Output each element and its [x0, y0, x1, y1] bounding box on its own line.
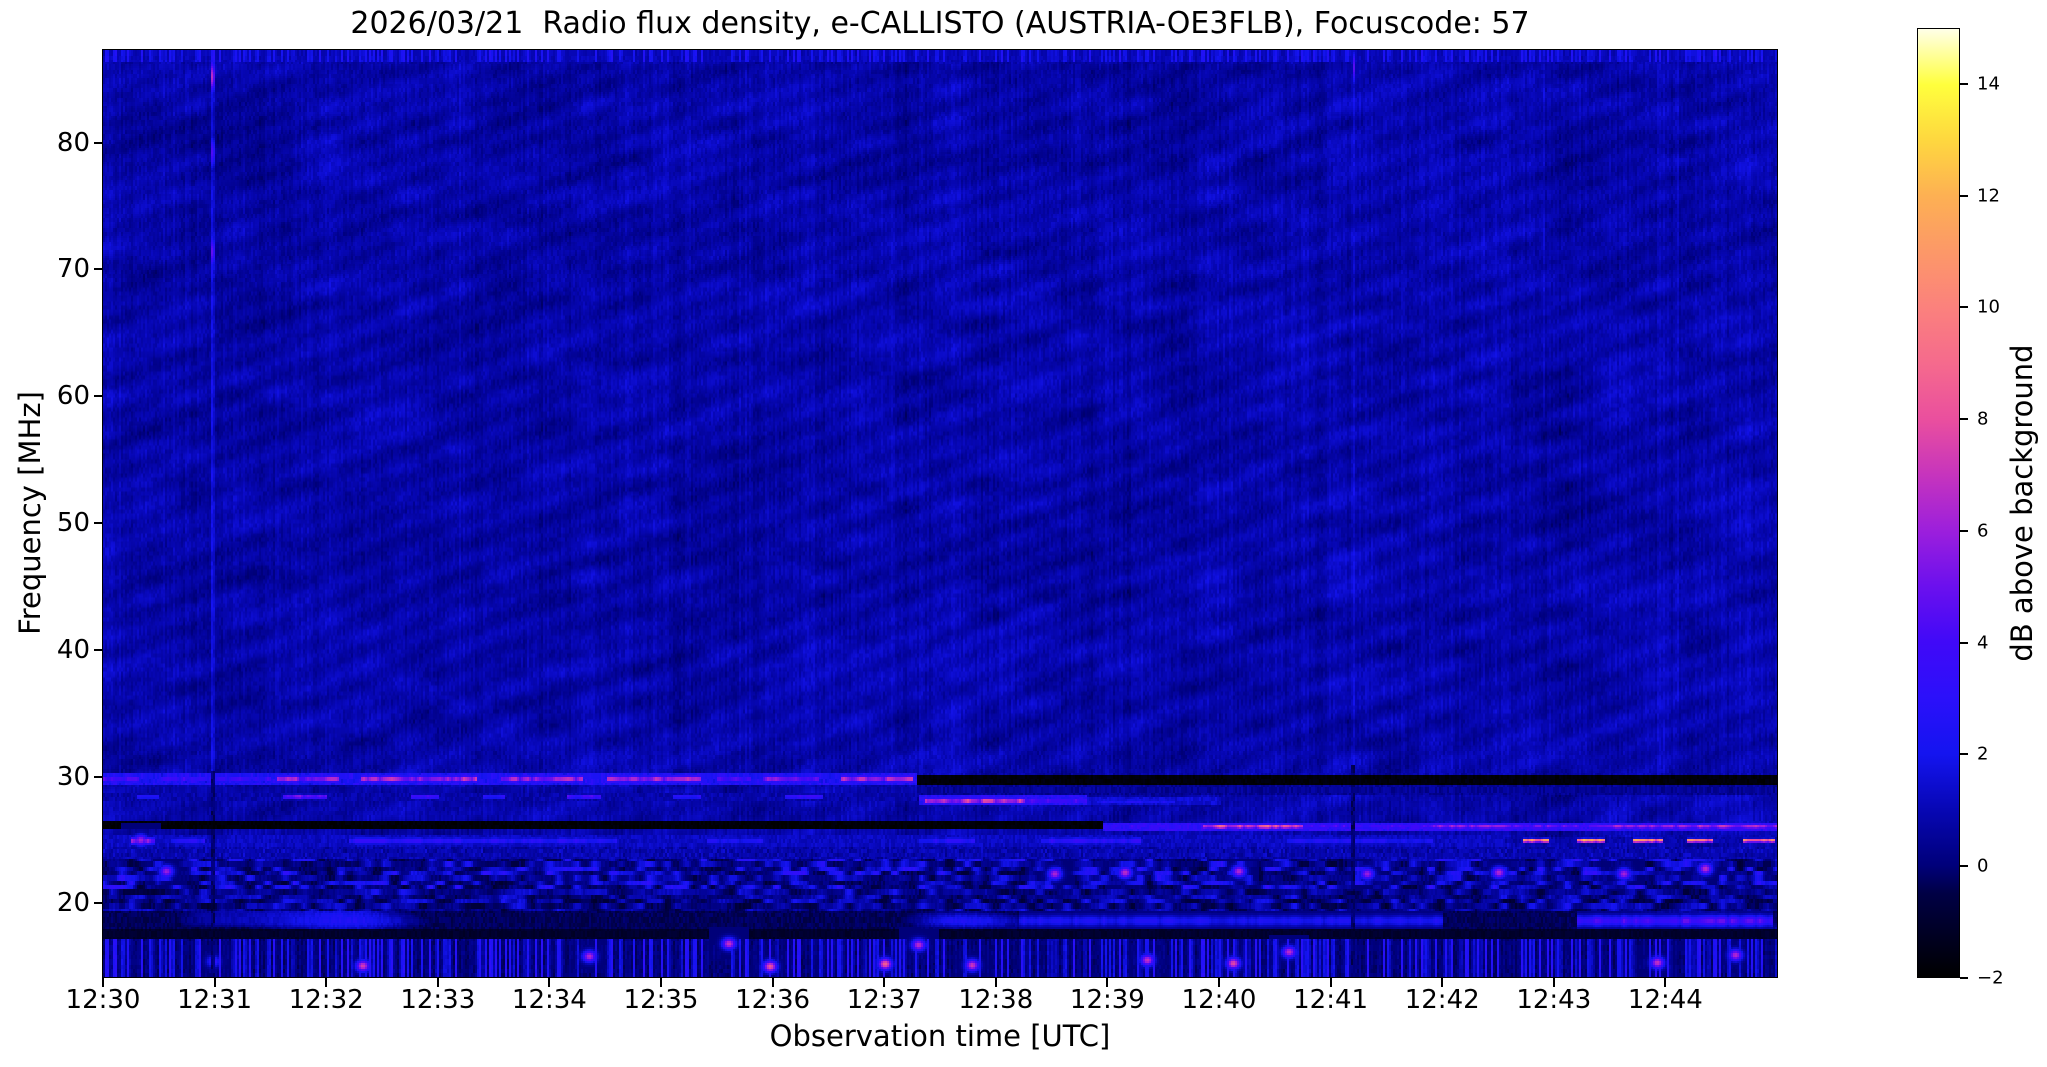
chart-title: 2026/03/21 Radio flux density, e-CALLIST…	[350, 6, 1530, 41]
colorbar-tick-mark	[1960, 753, 1968, 756]
y-tick-mark	[94, 902, 103, 905]
colorbar-tick-label: 10	[1977, 296, 2000, 318]
y-tick-label: 40	[56, 634, 90, 665]
x-tick-label: 12:33	[400, 985, 476, 1015]
colorbar-tick-label: 6	[1977, 520, 1989, 542]
colorbar-tick-mark	[1960, 977, 1968, 979]
colorbar-tick-label: 8	[1977, 408, 1989, 430]
y-tick-label: 30	[56, 761, 90, 792]
x-tick-label: 12:36	[735, 985, 811, 1015]
y-tick-mark	[94, 522, 103, 524]
colorbar-tick-mark	[1960, 306, 1968, 309]
colorbar-tick-label: 0	[1977, 855, 1989, 877]
colorbar-tick-mark	[1960, 82, 1968, 85]
x-tick-label: 12:44	[1627, 985, 1703, 1015]
colorbar-tick-label: 12	[1977, 185, 2000, 207]
y-tick-label: 50	[56, 508, 90, 538]
x-tick-label: 12:34	[511, 985, 587, 1015]
colorbar	[1917, 28, 1960, 978]
x-tick-label: 12:40	[1181, 985, 1257, 1015]
colorbar-label: dB above background	[2005, 344, 2039, 662]
x-tick-label: 12:35	[623, 985, 699, 1015]
x-tick-label: 12:31	[177, 985, 253, 1015]
y-axis-label: Frequency [MHz]	[13, 391, 47, 635]
colorbar-tick-mark	[1960, 194, 1968, 197]
colorbar-tick-mark	[1960, 529, 1968, 532]
y-tick-label: 80	[56, 127, 90, 158]
y-tick-mark	[94, 141, 103, 144]
x-tick-label: 12:37	[846, 985, 922, 1015]
y-tick-mark	[94, 775, 103, 778]
x-axis-label: Observation time [UTC]	[769, 1019, 1111, 1053]
y-tick-mark	[94, 648, 103, 651]
x-tick-label: 12:38	[958, 985, 1034, 1015]
x-tick-label: 12:30	[65, 985, 141, 1015]
colorbar-tick-label: 4	[1977, 632, 1989, 654]
y-tick-label: 20	[56, 888, 90, 919]
y-tick-label: 60	[56, 381, 90, 412]
colorbar-tick-mark	[1960, 865, 1968, 868]
x-tick-label: 12:43	[1516, 985, 1592, 1015]
y-tick-label: 70	[56, 254, 90, 285]
colorbar-tick-label: −2	[1977, 967, 2004, 989]
colorbar-tick-mark	[1960, 418, 1968, 421]
x-tick-label: 12:39	[1069, 985, 1145, 1015]
colorbar-tick-mark	[1960, 641, 1968, 644]
x-tick-label: 12:42	[1404, 985, 1480, 1015]
x-tick-label: 12:32	[288, 985, 364, 1015]
colorbar-tick-label: 2	[1977, 743, 1989, 765]
colorbar-tick-label: 14	[1977, 73, 2000, 95]
y-tick-mark	[94, 268, 103, 271]
plot-border	[102, 49, 1778, 978]
spectrogram-figure: 2026/03/21 Radio flux density, e-CALLIST…	[0, 0, 2047, 1067]
x-tick-label: 12:41	[1293, 985, 1369, 1015]
y-tick-mark	[94, 395, 103, 398]
